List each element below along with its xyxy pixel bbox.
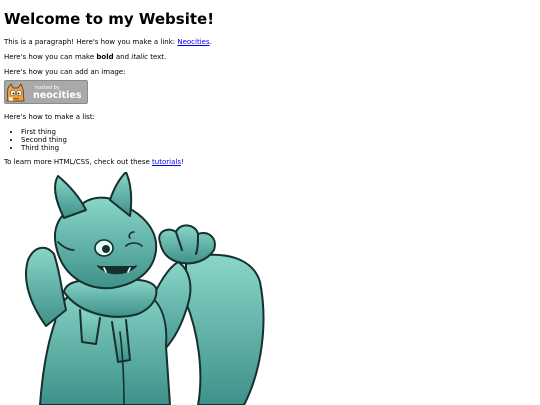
list-item: Second thing	[21, 136, 536, 144]
paragraph-image: Here's how you can add an image:	[4, 68, 126, 76]
italic-text: italic	[131, 53, 148, 61]
formatting-text-middle: and	[113, 53, 132, 61]
list-item: First thing	[21, 128, 536, 136]
neocities-link[interactable]: Neocities	[177, 38, 209, 46]
formatting-text: Here's how you can make	[4, 53, 97, 61]
hosted-by-neocities-badge[interactable]: hosted by neocities	[4, 80, 88, 104]
tutorials-text-end: !	[180, 158, 184, 166]
page-title: Welcome to my Website!	[4, 10, 215, 28]
paragraph-text-end: .	[209, 38, 212, 46]
paragraph-formatting: Here's how you can make bold and italic …	[4, 53, 536, 62]
thing-list: First thing Second thing Third thing	[4, 128, 536, 152]
badge-text-large: neocities	[33, 90, 82, 101]
page-content: Welcome to my Website! This is a paragra…	[4, 0, 536, 173]
bold-text: bold	[96, 53, 114, 61]
paragraph-list: Here's how to make a list:	[4, 113, 95, 121]
formatting-text-end: text.	[147, 53, 167, 61]
paragraph-link: This is a paragraph! Here's how you make…	[4, 38, 536, 47]
tutorials-text: To learn more HTML/CSS, check out these	[4, 158, 153, 166]
paragraph-text: This is a paragraph! Here's how you make…	[4, 38, 178, 46]
tutorials-link[interactable]: tutorials	[152, 158, 181, 166]
list-item: Third thing	[21, 144, 536, 152]
fox-character-illustration	[25, 172, 265, 405]
paragraph-tutorials: To learn more HTML/CSS, check out these …	[4, 158, 536, 167]
